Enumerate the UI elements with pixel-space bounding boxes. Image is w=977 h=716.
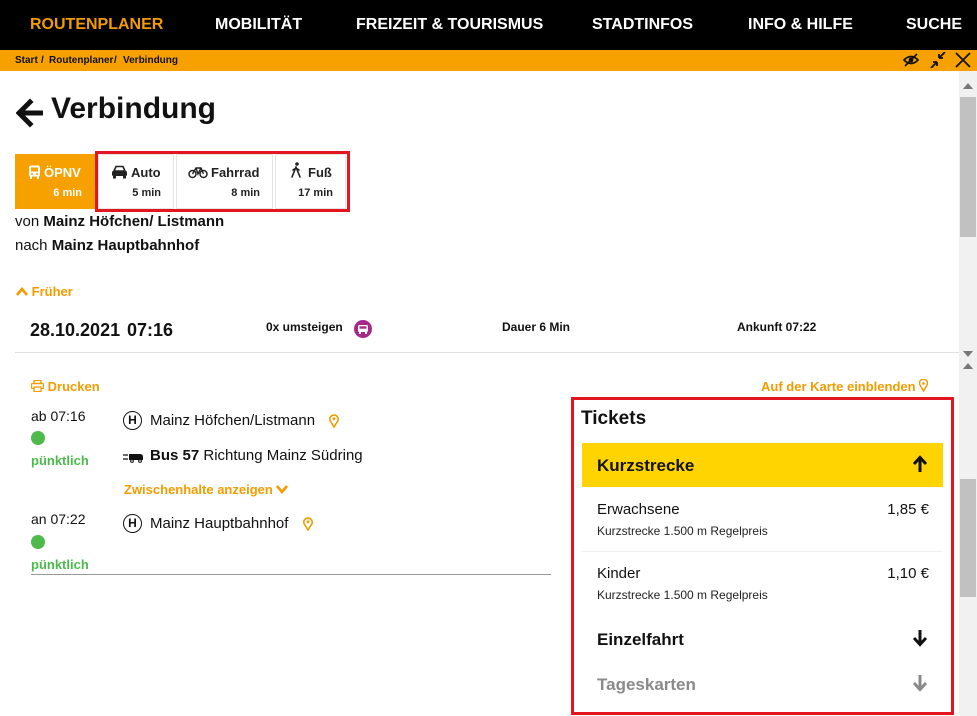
hide-eye-icon[interactable] [902, 52, 920, 68]
stop-icon: H [123, 411, 142, 430]
tickets-title: Tickets [581, 408, 647, 429]
breadcrumb-verbindung: Verbindung [123, 55, 178, 66]
arrival-stop: Mainz Hauptbahnhof [150, 515, 289, 532]
map-pin-icon[interactable] [303, 517, 313, 531]
close-icon[interactable] [954, 52, 972, 68]
tab-oepnv-label: ÖPNV [44, 165, 81, 180]
departure-time: ab 07:16 [31, 408, 86, 424]
nav-routenplaner[interactable]: ROUTENPLANER [30, 16, 163, 34]
bus-line-name: Bus 57 [150, 447, 200, 464]
printer-icon [30, 379, 45, 393]
highlight-box-modes [95, 151, 350, 212]
bus-icon [29, 165, 40, 179]
status-dot [31, 535, 45, 549]
scroll-up-arrow-icon[interactable] [963, 363, 973, 369]
breadcrumb-separator: / [114, 55, 117, 66]
route-from-prefix: von [15, 213, 40, 230]
status-dot [31, 431, 45, 445]
ticket-group-label: Kurzstrecke [597, 456, 695, 475]
map-pin-icon[interactable] [329, 414, 339, 428]
ticket-group-label: Tageskarten [597, 675, 696, 694]
ticket-name: Kinder [597, 565, 641, 582]
ticket-description: Kurzstrecke 1.500 m Regelpreis [597, 524, 768, 538]
stop-icon: H [123, 514, 142, 533]
scrollbar-thumb-lower[interactable] [960, 479, 976, 597]
bus-line-icon [354, 320, 372, 338]
route-from-stop: Mainz Höfchen/ Listmann [43, 213, 225, 230]
nav-mobilitaet[interactable]: MOBILITÄT [215, 16, 302, 34]
tab-oepnv-time: 6 min [53, 187, 82, 199]
route-to-stop: Mainz Hauptbahnhof [51, 237, 200, 254]
bus-route-icon [123, 454, 143, 463]
scroll-up-arrow-icon[interactable] [963, 83, 973, 89]
chevron-up-icon [16, 286, 28, 296]
nav-suche[interactable]: SUCHE [906, 16, 962, 34]
map-pin-icon [918, 378, 929, 393]
departure-status: pünktlich [31, 453, 89, 468]
nav-info-hilfe[interactable]: INFO & HILFE [748, 16, 853, 34]
scrollbar-thumb-upper[interactable] [960, 97, 976, 237]
breadcrumb-routenplaner[interactable]: Routenplaner [49, 55, 113, 66]
earlier-label: Früher [31, 284, 73, 299]
intermediate-stops-label: Zwischenhalte anzeigen [124, 482, 273, 497]
divider [31, 574, 551, 575]
collapse-icon[interactable] [929, 52, 947, 68]
connection-date: 28.10.2021 [30, 320, 121, 340]
connection-transfers: 0x umsteigen [266, 320, 343, 334]
connection-duration: Dauer 6 Min [502, 320, 571, 334]
print-button[interactable]: Drucken [30, 379, 100, 394]
scroll-down-arrow-icon[interactable] [963, 351, 973, 357]
arrow-down-icon [912, 675, 928, 692]
breadcrumb-separator: / [41, 55, 44, 66]
arrival-status: pünktlich [31, 557, 89, 572]
ticket-description: Kurzstrecke 1.500 m Regelpreis [597, 588, 768, 602]
ticket-row: Erwachsene 1,85 € Kurzstrecke 1.500 m Re… [582, 501, 943, 551]
arrow-down-icon [912, 630, 928, 647]
arrival-time: an 07:22 [31, 511, 86, 527]
route-from: von Mainz Höfchen/ Listmann [15, 213, 224, 230]
back-arrow-icon[interactable] [16, 98, 43, 128]
print-label: Drucken [47, 379, 100, 394]
nav-stadtinfos[interactable]: STADTINFOS [592, 16, 693, 34]
ticket-name: Erwachsene [597, 501, 680, 518]
ticket-price: 1,85 € [887, 501, 929, 518]
ticket-row: Kinder 1,10 € Kurzstrecke 1.500 m Regelp… [582, 565, 943, 615]
ticket-group-label: Einzelfahrt [597, 630, 684, 649]
tab-oepnv[interactable]: ÖPNV 6 min [15, 154, 95, 209]
show-on-map-label: Auf der Karte einblenden [761, 379, 916, 394]
chevron-down-icon [276, 485, 289, 495]
show-on-map-link[interactable]: Auf der Karte einblenden [761, 378, 929, 394]
route-to: nach Mainz Hauptbahnhof [15, 237, 199, 254]
ticket-price: 1,10 € [887, 565, 929, 582]
bus-line-direction: Richtung Mainz Südring [203, 447, 363, 464]
breadcrumb-start[interactable]: Start [15, 55, 38, 66]
departure-stop: Mainz Höfchen/Listmann [150, 412, 316, 429]
divider [582, 551, 943, 552]
nav-freizeit-tourismus[interactable]: FREIZEIT & TOURISMUS [356, 16, 543, 34]
page-title: Verbindung [51, 92, 216, 125]
divider [15, 352, 959, 353]
breadcrumb: Start / Routenplaner / Verbindung [0, 50, 977, 71]
top-navigation: ROUTENPLANER MOBILITÄT FREIZEIT & TOURIS… [0, 0, 977, 50]
scrollbar[interactable] [959, 71, 977, 716]
show-intermediate-stops-button[interactable]: Zwischenhalte anzeigen [124, 482, 289, 497]
arrow-up-icon [912, 455, 928, 472]
connection-time: 07:16 [127, 320, 174, 340]
connection-arrival: Ankunft 07:22 [737, 320, 817, 334]
route-to-prefix: nach [15, 237, 48, 254]
bus-line: Bus 57 Richtung Mainz Südring [150, 447, 363, 464]
earlier-button[interactable]: Früher [16, 284, 73, 299]
ticket-group-kurzstrecke[interactable]: Kurzstrecke [582, 443, 943, 487]
ticket-group-tageskarten[interactable]: Tageskarten [582, 662, 943, 706]
ticket-group-einzelfahrt[interactable]: Einzelfahrt [582, 617, 943, 661]
